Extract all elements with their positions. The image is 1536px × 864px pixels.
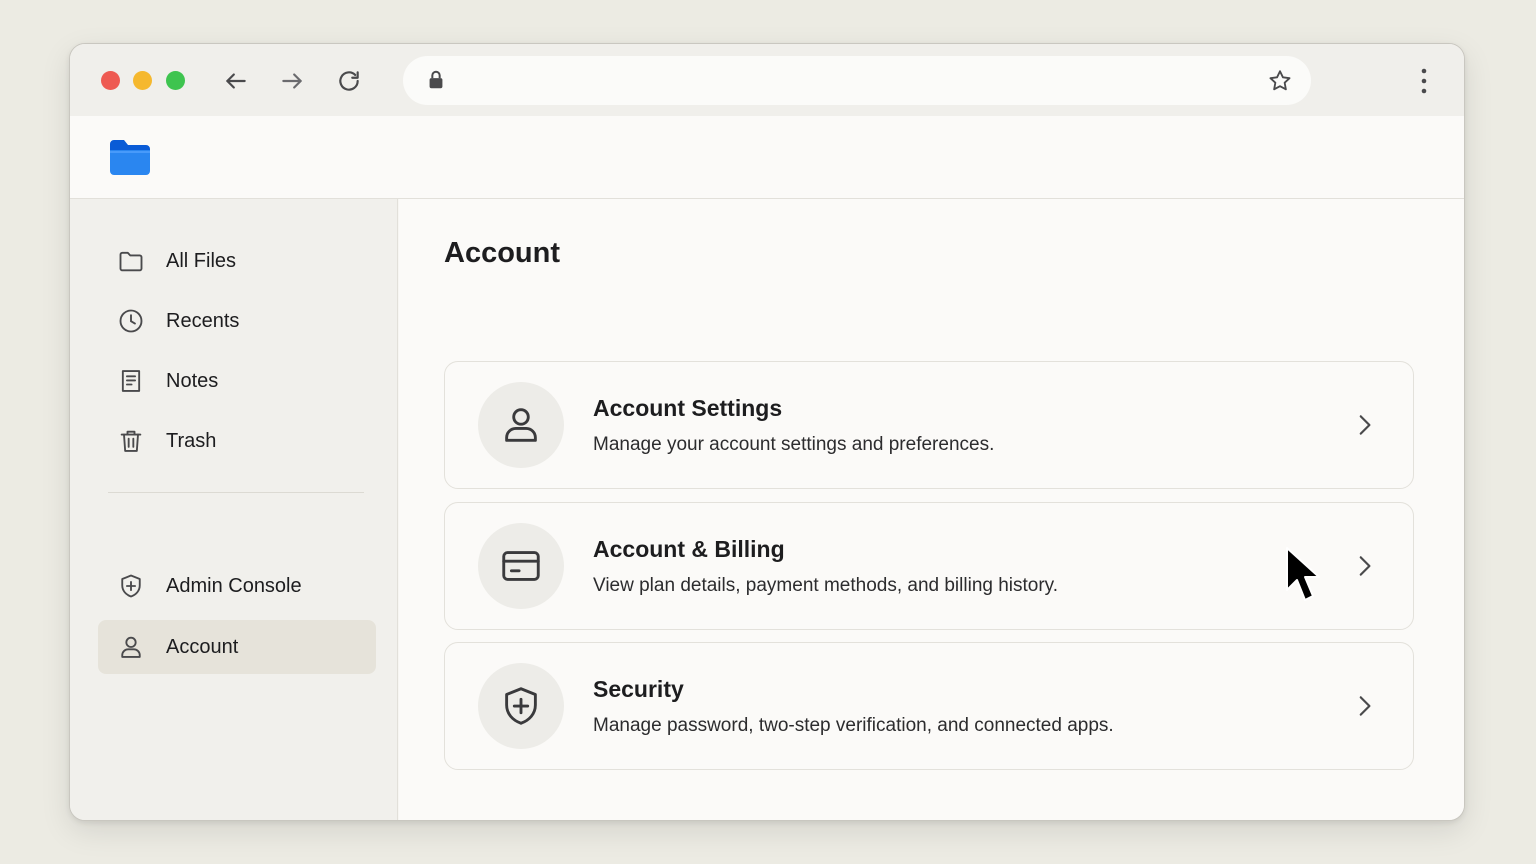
- sidebar-item-notes[interactable]: Notes: [98, 354, 376, 408]
- lock-icon: [429, 70, 443, 89]
- user-icon: [116, 632, 146, 662]
- account-settings-card[interactable]: Account Settings Manage your account set…: [444, 361, 1414, 489]
- sidebar-item-account[interactable]: Account: [98, 620, 376, 674]
- chevron-right-icon: [1359, 696, 1371, 716]
- shield-plus-icon: [116, 571, 146, 601]
- security-card[interactable]: Security Manage password, two-step verif…: [444, 642, 1414, 770]
- more-menu-icon[interactable]: [1414, 66, 1434, 96]
- sidebar-divider: [108, 492, 364, 493]
- browser-window: All Files Recents Notes Trash Admin Cons…: [69, 43, 1465, 821]
- minimize-window-button[interactable]: [133, 71, 152, 90]
- sidebar: All Files Recents Notes Trash Admin Cons…: [70, 199, 398, 820]
- credit-card-icon: [502, 551, 540, 581]
- reload-button[interactable]: [334, 66, 364, 96]
- notes-icon: [116, 366, 146, 396]
- sidebar-item-label: Trash: [166, 429, 217, 452]
- sidebar-item-admin-console[interactable]: Admin Console: [98, 559, 376, 613]
- sidebar-item-all-files[interactable]: All Files: [98, 234, 376, 288]
- arrow-left-icon: [226, 73, 246, 89]
- card-title: Security: [593, 676, 684, 702]
- sidebar-item-label: Account: [166, 635, 239, 658]
- sidebar-item-trash[interactable]: Trash: [98, 414, 376, 468]
- card-icon-badge: [478, 382, 564, 468]
- card-title: Account & Billing: [593, 536, 785, 562]
- account-billing-card[interactable]: Account & Billing View plan details, pay…: [444, 502, 1414, 630]
- card-description: Manage password, two-step verification, …: [593, 715, 1114, 736]
- shield-plus-icon: [505, 687, 537, 725]
- card-icon-badge: [478, 663, 564, 749]
- close-window-button[interactable]: [101, 71, 120, 90]
- card-title: Account Settings: [593, 395, 783, 421]
- trash-icon: [116, 426, 146, 456]
- folder-icon: [116, 246, 146, 276]
- bookmark-star-icon[interactable]: [1267, 68, 1293, 94]
- address-bar[interactable]: [403, 56, 1311, 105]
- reload-icon: [339, 71, 359, 91]
- card-description: Manage your account settings and prefere…: [593, 434, 995, 455]
- chevron-right-icon: [1359, 415, 1371, 435]
- clock-icon: [116, 306, 146, 336]
- user-icon: [505, 408, 537, 442]
- browser-toolbar: [70, 44, 1464, 116]
- sidebar-item-label: All Files: [166, 249, 237, 272]
- main-content: Account Account Settings Manage your acc…: [399, 199, 1464, 820]
- sidebar-item-label: Admin Console: [166, 574, 302, 597]
- forward-button[interactable]: [277, 66, 307, 96]
- maximize-window-button[interactable]: [166, 71, 185, 90]
- page-title: Account: [444, 237, 560, 269]
- app-logo-folder-icon[interactable]: [108, 138, 152, 176]
- app-header: [70, 116, 1464, 199]
- arrow-right-icon: [282, 73, 302, 89]
- sidebar-item-label: Notes: [166, 369, 219, 392]
- card-icon-badge: [478, 523, 564, 609]
- sidebar-item-recents[interactable]: Recents: [98, 294, 376, 348]
- sidebar-item-label: Recents: [166, 309, 240, 332]
- chevron-right-icon: [1359, 556, 1371, 576]
- back-button[interactable]: [221, 66, 251, 96]
- card-description: View plan details, payment methods, and …: [593, 575, 1059, 596]
- mouse-pointer-icon: [1286, 547, 1320, 601]
